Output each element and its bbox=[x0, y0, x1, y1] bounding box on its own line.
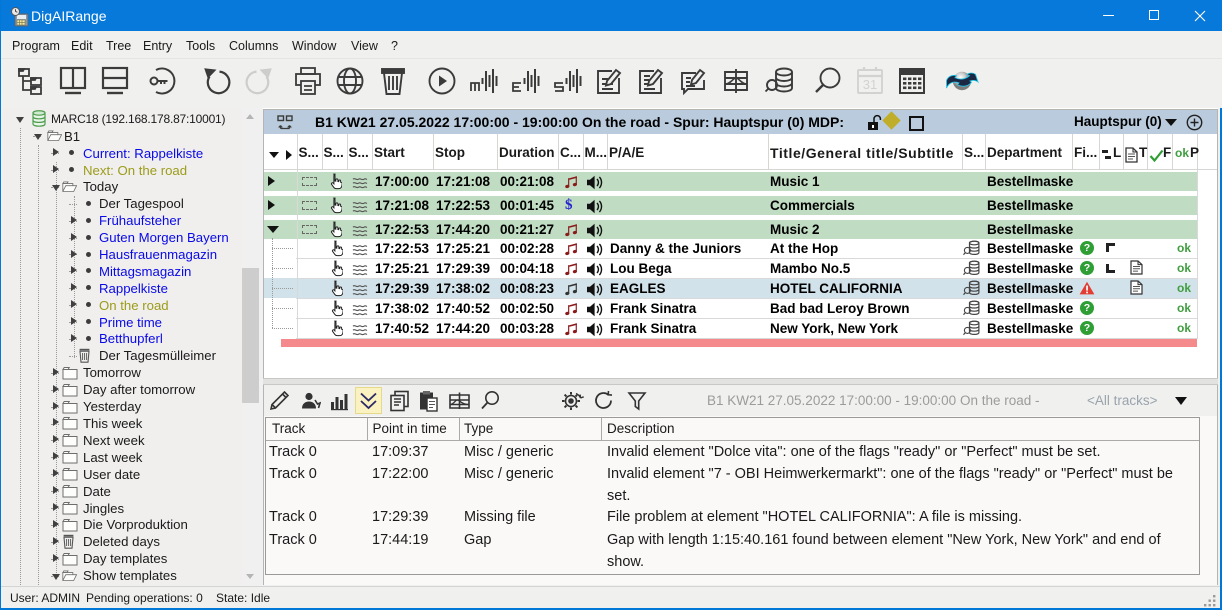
svg-text:31: 31 bbox=[863, 77, 877, 92]
